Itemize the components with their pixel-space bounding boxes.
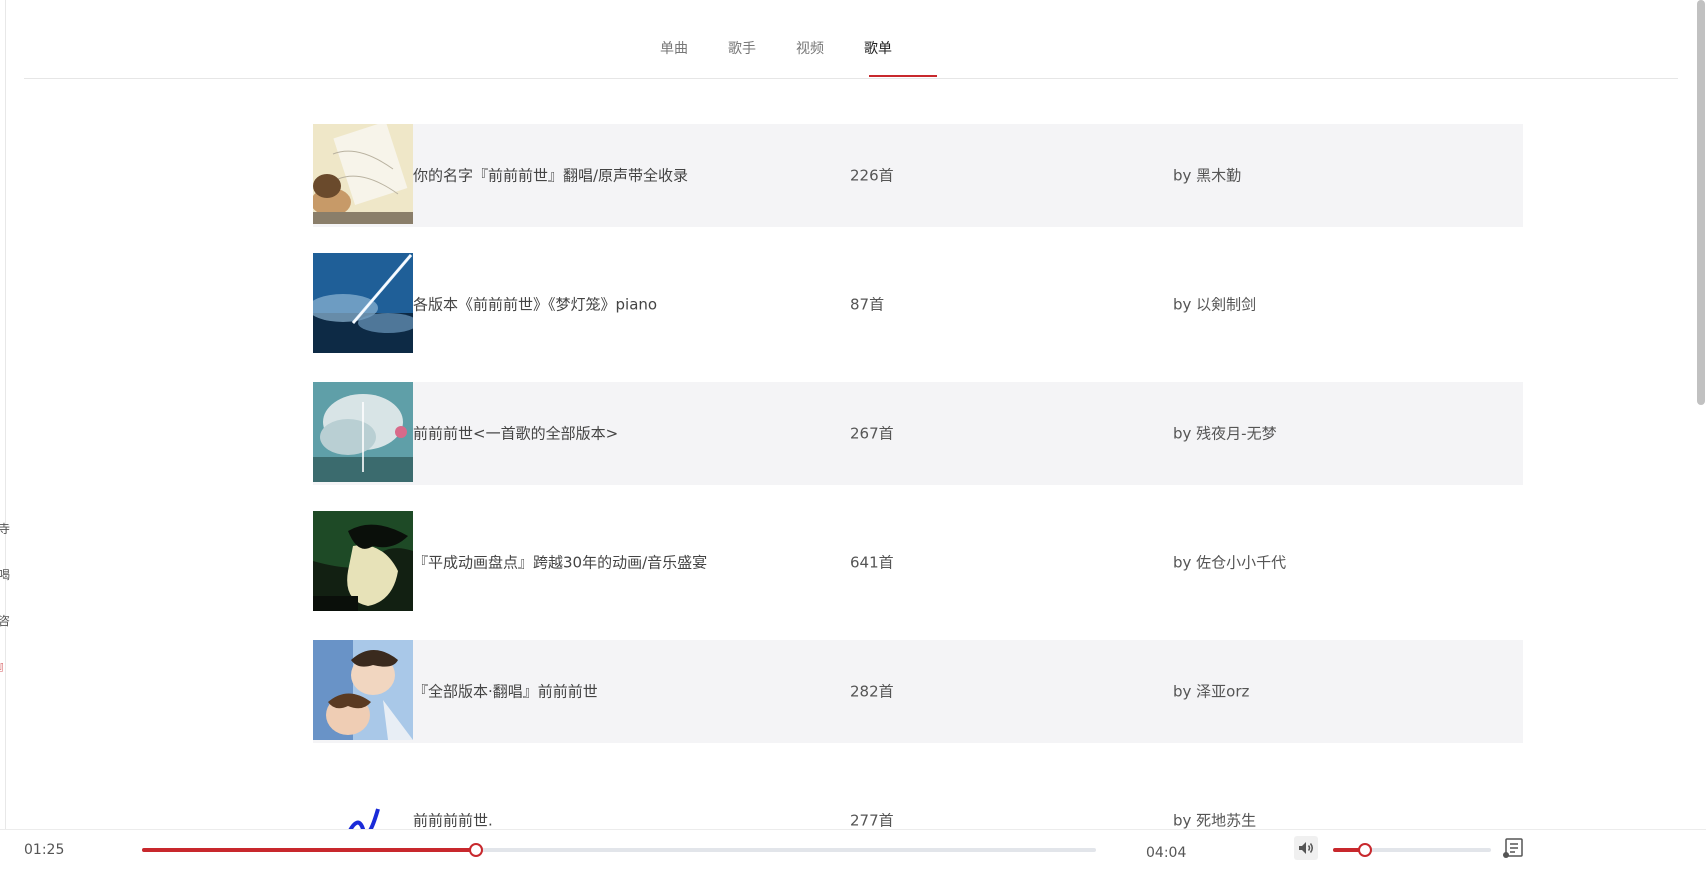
playlist-creator[interactable]: by 以剣制剑	[1173, 294, 1256, 315]
playlist-cover[interactable]	[313, 253, 413, 353]
playlist-cover[interactable]	[313, 382, 413, 482]
track-count: 226首	[850, 166, 894, 185]
playlist-cover[interactable]	[313, 640, 413, 740]
playlist-cover[interactable]	[313, 511, 413, 611]
playlist-name[interactable]: 你的名字『前前前世』翻唱/原声带全收录	[413, 165, 688, 186]
playlist-creator[interactable]: by 残夜月-无梦	[1173, 423, 1277, 444]
playlist-creator[interactable]: by 泽亚orz	[1173, 681, 1249, 702]
volume-handle[interactable]	[1357, 843, 1372, 857]
progress-bar[interactable]	[142, 843, 1096, 857]
edge-char: 寺	[0, 522, 11, 536]
volume-slider[interactable]	[1333, 843, 1491, 857]
track-count: 282首	[850, 682, 894, 701]
search-category-tabs: 单曲 歌手 视频 歌单	[24, 0, 1678, 79]
player-bar: 01:25 04:04	[0, 829, 1706, 873]
playlist-name[interactable]: 『全部版本·翻唱』前前前世	[413, 681, 598, 702]
playlist-row[interactable]: 你的名字『前前前世』翻唱/原声带全收录 226首 by 黑木勤	[313, 124, 1523, 227]
playlist-creator[interactable]: by 死地苏生	[1173, 810, 1256, 831]
tab-songs[interactable]: 单曲	[660, 38, 688, 58]
track-count: 267首	[850, 424, 894, 443]
playlist-row[interactable]: 『平成动画盘点』跨越30年的动画/音乐盛宴 641首 by 佐仓小小千代	[313, 511, 1523, 614]
volume-button[interactable]	[1294, 836, 1318, 860]
playlist-row[interactable]: 各版本《前前前世》《梦灯笼》piano 87首 by 以剣制剑	[313, 253, 1523, 356]
playlist-name[interactable]: 前前前前世.	[413, 810, 493, 831]
edge-char: 喝	[0, 568, 11, 582]
playlist-row[interactable]: 『全部版本·翻唱』前前前世 282首 by 泽亚orz	[313, 640, 1523, 743]
playlist-button[interactable]	[1502, 837, 1524, 859]
playlist-name[interactable]: 『平成动画盘点』跨越30年的动画/音乐盛宴	[413, 552, 707, 573]
current-time: 01:25	[24, 842, 65, 858]
playlist-results: 你的名字『前前前世』翻唱/原声带全收录 226首 by 黑木勤 各版本《前前前世…	[313, 124, 1523, 830]
playlist-creator[interactable]: by 佐仓小小千代	[1173, 552, 1286, 573]
playlist-cover[interactable]	[313, 124, 413, 224]
active-tab-indicator	[869, 75, 937, 77]
edge-char: 』	[0, 657, 10, 674]
track-count: 87首	[850, 295, 885, 314]
tab-playlists[interactable]: 歌单	[864, 38, 892, 58]
tab-artists[interactable]: 歌手	[728, 38, 756, 58]
playlist-cover[interactable]	[313, 769, 413, 830]
progress-fill	[142, 848, 476, 852]
tab-videos[interactable]: 视频	[796, 38, 824, 58]
playlist-row[interactable]: 前前前世<一首歌的全部版本> 267首 by 残夜月-无梦	[313, 382, 1523, 485]
total-time: 04:04	[1146, 845, 1187, 861]
left-panel-edge: 寺 喝 咨 』	[0, 0, 10, 872]
progress-handle[interactable]	[468, 843, 483, 857]
playlist-row[interactable]: 前前前前世. 277首 by 死地苏生	[313, 769, 1523, 830]
playlist-name[interactable]: 前前前世<一首歌的全部版本>	[413, 423, 618, 444]
playlist-name[interactable]: 各版本《前前前世》《梦灯笼》piano	[413, 294, 657, 315]
edge-char: 咨	[0, 614, 11, 628]
scrollbar-thumb[interactable]	[1697, 0, 1705, 405]
track-count: 641首	[850, 553, 894, 572]
playlist-creator[interactable]: by 黑木勤	[1173, 165, 1241, 186]
playlist-icon	[1503, 838, 1523, 858]
speaker-icon	[1299, 842, 1313, 854]
scrollbar[interactable]	[1696, 0, 1706, 872]
track-count: 277首	[850, 811, 894, 830]
